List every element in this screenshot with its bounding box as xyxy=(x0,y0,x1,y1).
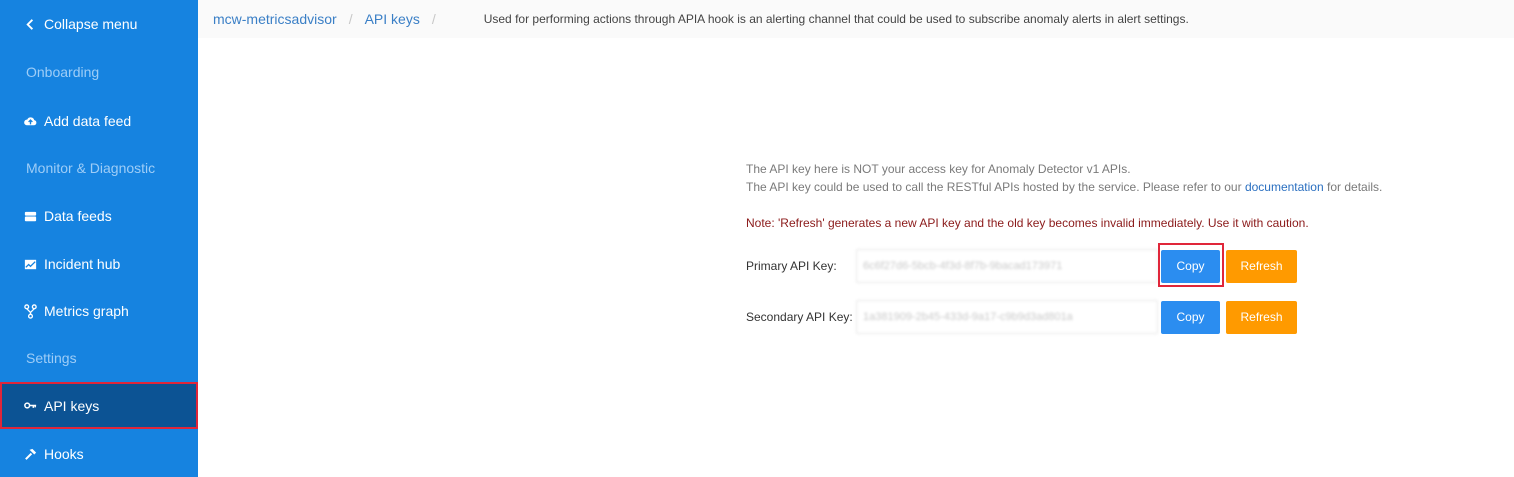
secondary-key-row: Secondary API Key: Copy Refresh xyxy=(746,300,1297,334)
breadcrumb-separator: / xyxy=(348,11,353,27)
caution-note: Note: 'Refresh' generates a new API key … xyxy=(746,216,1309,230)
graph-branch-icon xyxy=(22,303,38,319)
sidebar-item-hooks[interactable]: Hooks xyxy=(0,431,198,477)
documentation-link[interactable]: documentation xyxy=(1245,180,1324,194)
secondary-key-label: Secondary API Key: xyxy=(746,310,853,324)
info-line-2: The API key could be used to call the RE… xyxy=(746,178,1466,196)
sidebar-item-label: Incident hub xyxy=(44,256,121,272)
chart-icon xyxy=(22,256,38,272)
page-description: Used for performing actions through APIA… xyxy=(483,12,1189,26)
hammer-icon xyxy=(22,446,38,462)
sidebar-item-incident-hub[interactable]: Incident hub xyxy=(0,241,198,287)
primary-key-field[interactable] xyxy=(856,249,1158,283)
sidebar-item-label: Add data feed xyxy=(44,113,132,129)
section-monitor-diagnostic: Monitor & Diagnostic xyxy=(26,160,156,176)
collapse-menu-label: Collapse menu xyxy=(44,16,138,32)
api-key-info: The API key here is NOT your access key … xyxy=(746,160,1466,232)
collapse-menu-button[interactable]: Collapse menu xyxy=(0,1,198,47)
info-line-1: The API key here is NOT your access key … xyxy=(746,162,1131,176)
secondary-refresh-button[interactable]: Refresh xyxy=(1226,300,1297,334)
sidebar: Collapse menu Onboarding Add data feed M… xyxy=(0,0,198,477)
sidebar-item-api-keys[interactable]: API keys xyxy=(0,382,198,429)
breadcrumb-root-link[interactable]: mcw-metricsadvisor xyxy=(213,11,337,27)
sidebar-item-data-feeds[interactable]: Data feeds xyxy=(0,193,198,239)
breadcrumb-current-link[interactable]: API keys xyxy=(365,11,420,27)
primary-key-label: Primary API Key: xyxy=(746,259,837,273)
section-settings: Settings xyxy=(26,350,77,366)
primary-key-row: Primary API Key: Copy Refresh xyxy=(746,249,1297,283)
sidebar-item-add-data-feed[interactable]: Add data feed xyxy=(0,98,198,144)
database-icon xyxy=(22,208,38,224)
sidebar-item-metrics-graph[interactable]: Metrics graph xyxy=(0,288,198,334)
sidebar-item-label: Data feeds xyxy=(44,208,112,224)
section-onboarding: Onboarding xyxy=(26,64,100,80)
chevron-left-icon xyxy=(22,16,38,32)
sidebar-item-label: Metrics graph xyxy=(44,303,129,319)
cloud-upload-icon xyxy=(22,113,38,129)
primary-copy-button[interactable]: Copy xyxy=(1161,249,1220,283)
secondary-copy-button[interactable]: Copy xyxy=(1161,300,1220,334)
breadcrumb-separator: / xyxy=(431,11,436,27)
primary-refresh-button[interactable]: Refresh xyxy=(1226,249,1297,283)
secondary-key-field[interactable] xyxy=(856,300,1158,334)
key-icon xyxy=(22,398,38,414)
sidebar-item-label: API keys xyxy=(44,397,100,414)
breadcrumb: mcw-metricsadvisor / API keys / Used for… xyxy=(198,0,1514,38)
info-line-2-text: The API key could be used to call the RE… xyxy=(746,180,1245,194)
info-line-2-suffix: for details. xyxy=(1323,180,1383,194)
sidebar-item-label: Hooks xyxy=(44,446,84,462)
